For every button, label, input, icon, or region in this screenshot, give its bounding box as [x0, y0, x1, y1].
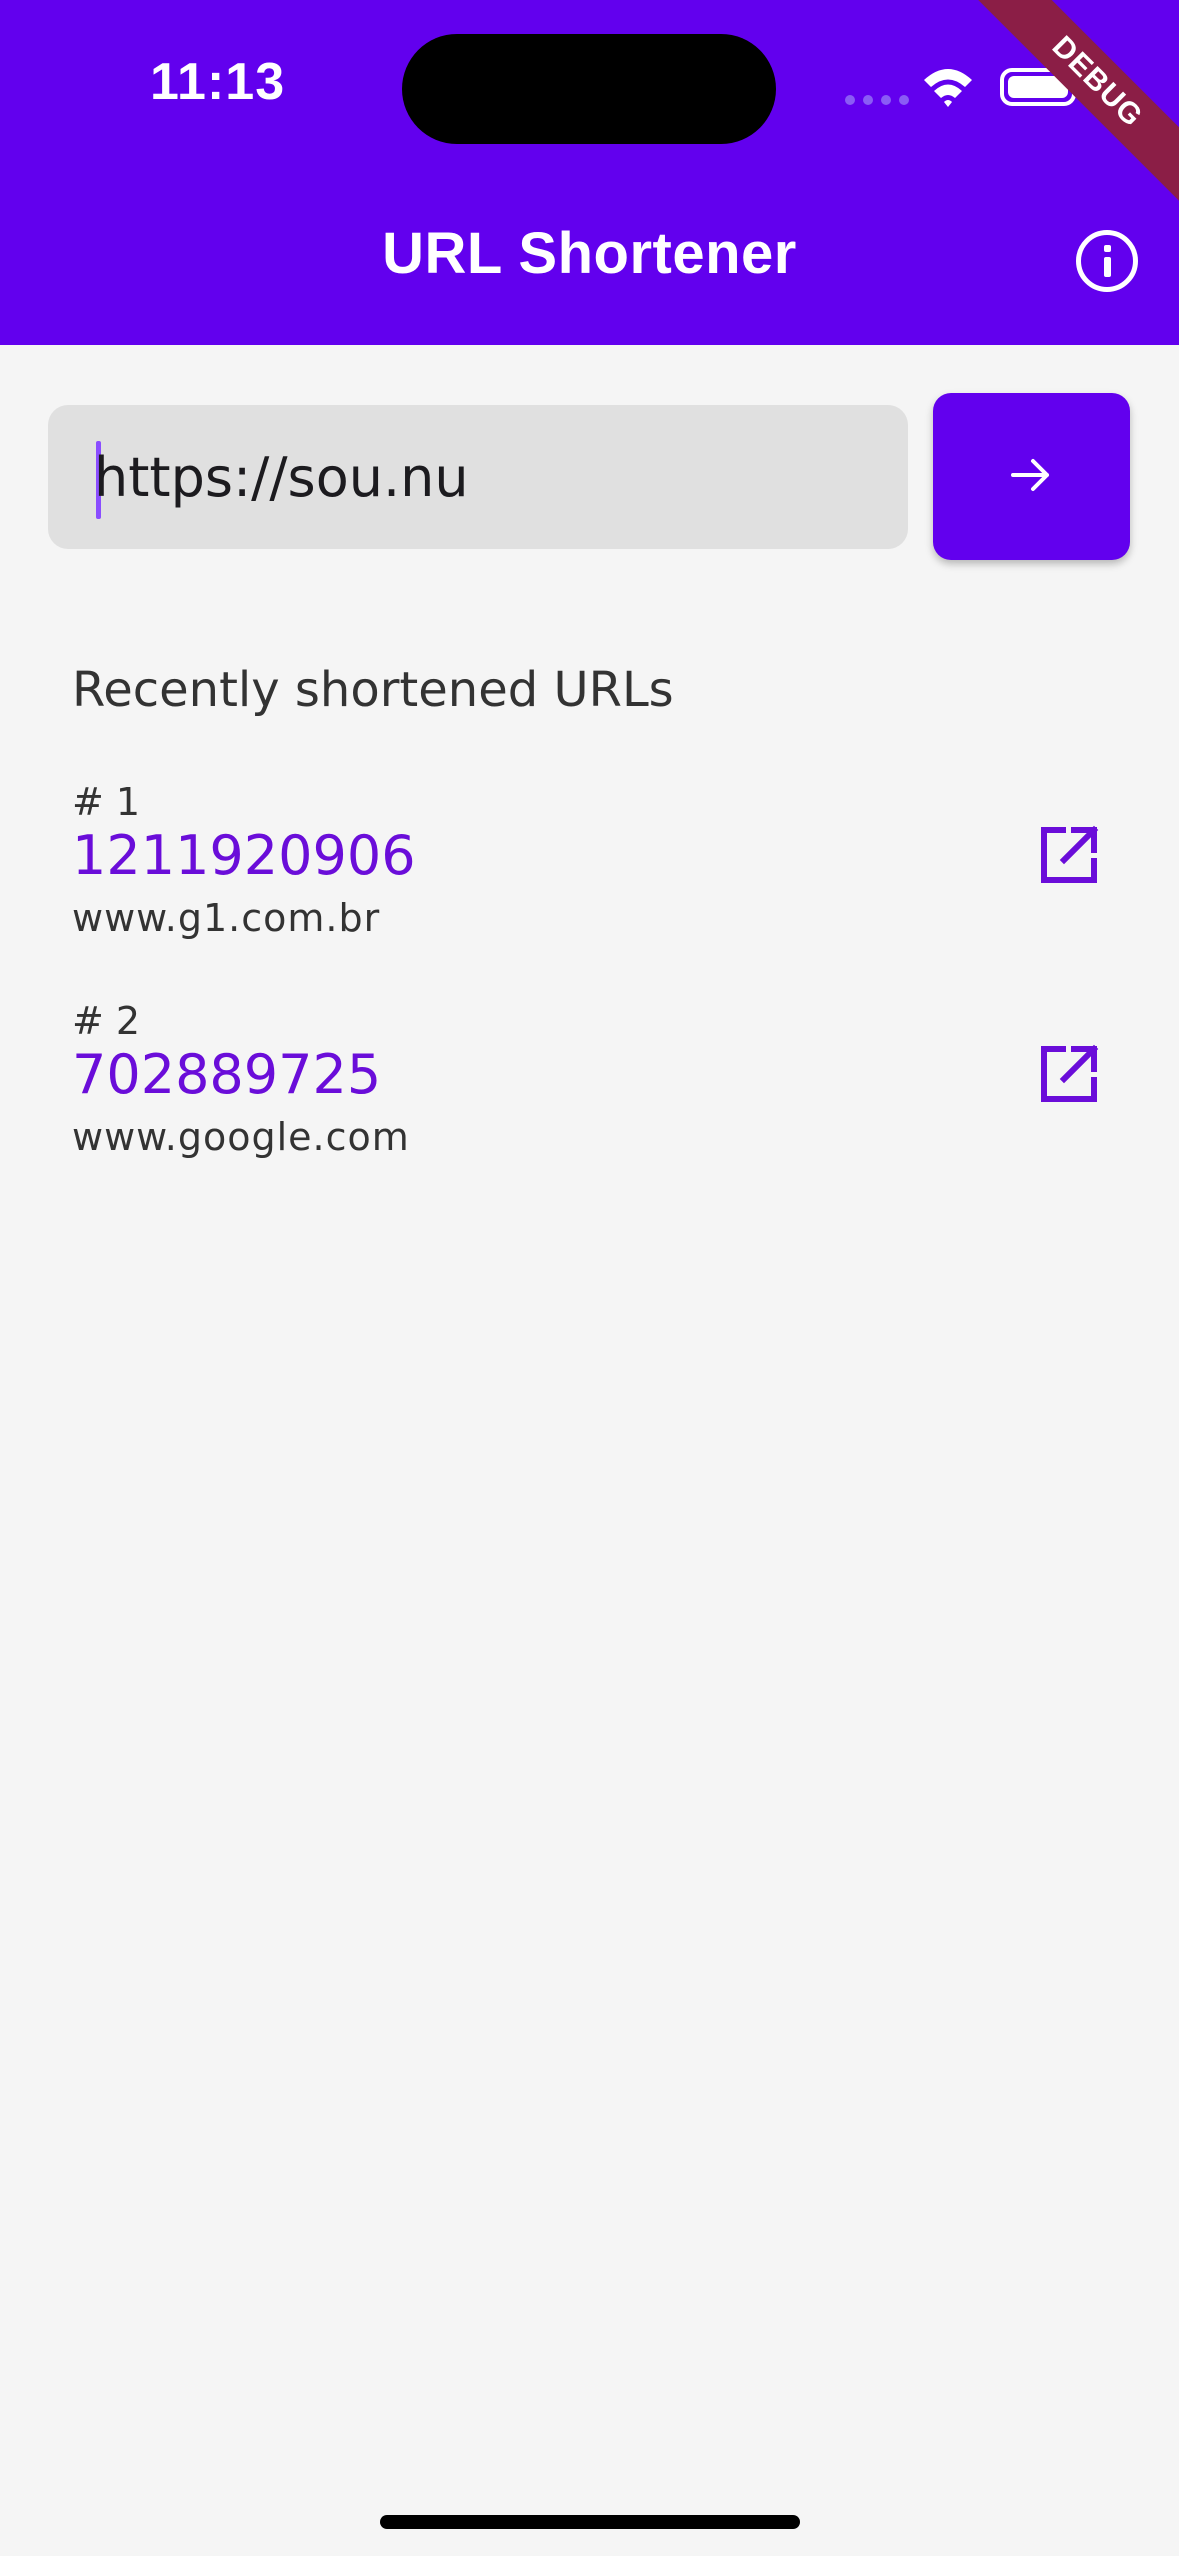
url-field[interactable]: [48, 405, 908, 549]
home-indicator[interactable]: [380, 2515, 800, 2529]
short-code-link[interactable]: 1211920906: [72, 824, 416, 887]
cellular-signal-icon: [845, 95, 909, 105]
short-code-link[interactable]: 702889725: [72, 1043, 381, 1106]
item-index: # 2: [72, 999, 141, 1043]
item-index: # 1: [72, 780, 141, 824]
wifi-icon: [924, 69, 972, 107]
list-item: # 1 1211920906 www.g1.com.br: [72, 780, 1132, 960]
url-input[interactable]: [94, 405, 874, 549]
original-url: www.g1.com.br: [72, 896, 381, 940]
original-url: www.google.com: [72, 1115, 410, 1159]
shorten-button[interactable]: [933, 393, 1130, 560]
status-time: 11:13: [150, 53, 286, 111]
open-in-new-icon[interactable]: [1038, 1043, 1100, 1105]
recent-section-title: Recently shortened URLs: [72, 662, 674, 718]
debug-banner: DEBUG: [965, 0, 1179, 214]
page-title: URL Shortener: [382, 221, 797, 286]
dynamic-island: [402, 34, 776, 144]
app-bar: 11:13 DEBUG URL Shortener: [0, 0, 1179, 345]
arrow-right-icon: [1011, 459, 1049, 491]
list-item: # 2 702889725 www.google.com: [72, 999, 1132, 1179]
info-icon[interactable]: [1076, 230, 1138, 292]
open-in-new-icon[interactable]: [1038, 824, 1100, 886]
